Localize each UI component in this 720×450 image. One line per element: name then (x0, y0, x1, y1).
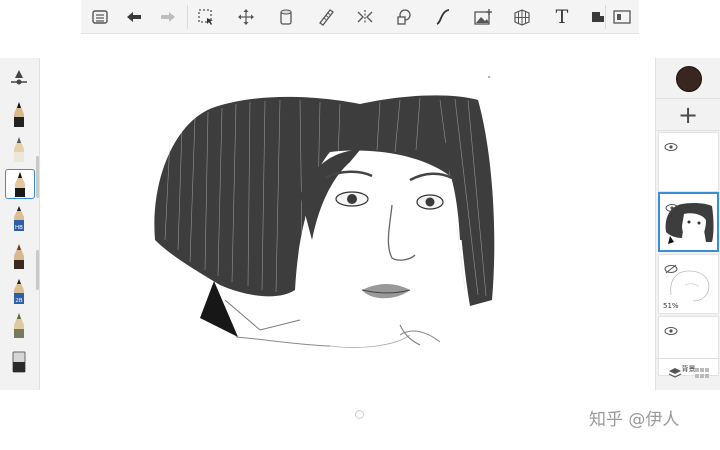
redo-icon[interactable] (155, 4, 181, 30)
undo-icon[interactable] (121, 4, 147, 30)
ruler-icon[interactable] (313, 4, 339, 30)
add-image-icon[interactable] (470, 4, 496, 30)
panel-divider (656, 98, 720, 99)
symmetry-icon[interactable] (352, 4, 378, 30)
paintbrush-icon[interactable] (5, 311, 33, 339)
panel-divider (656, 358, 720, 359)
layer-panel: + 51% 背景 (655, 58, 720, 390)
layer-thumbnail (665, 202, 714, 244)
brush-scroll-indicator[interactable] (36, 156, 39, 198)
layer-sketch[interactable]: 51% (658, 254, 719, 314)
visibility-eye-icon[interactable] (664, 321, 678, 335)
watermark-text: 知乎 @伊人 (589, 410, 680, 430)
layer-thumbnail (670, 270, 710, 302)
drawing-canvas[interactable] (0, 0, 720, 450)
selected-pencil-brush-icon[interactable] (5, 169, 35, 199)
toolbar-divider (187, 5, 188, 29)
2b-label: 2B (15, 298, 22, 304)
layer-opacity-label: 51% (663, 302, 679, 310)
brush-toolbar: HB 2B (0, 58, 40, 390)
selection-icon[interactable] (193, 4, 219, 30)
fill-bucket-icon[interactable] (273, 4, 299, 30)
transform-icon[interactable] (233, 4, 259, 30)
page-indicator-dot (355, 410, 364, 419)
2b-pencil-brush-icon[interactable]: 2B (5, 277, 33, 305)
pencil-brush-icon[interactable] (5, 100, 33, 128)
layers-toggle-icon[interactable] (585, 4, 611, 30)
brush-scroll-indicator[interactable] (36, 250, 39, 290)
marker-brush-icon[interactable] (5, 242, 33, 270)
perspective-grid-icon[interactable] (509, 4, 535, 30)
add-layer-icon[interactable]: + (675, 102, 701, 128)
canvas-speck (488, 76, 490, 78)
layer-grid-view-icon[interactable] (694, 366, 710, 380)
eraser-brush-icon[interactable] (5, 348, 33, 376)
panel-divider (656, 130, 720, 131)
text-tool-glyph: T (555, 6, 569, 28)
list-icon[interactable] (87, 4, 113, 30)
color-picker-swatch[interactable] (676, 66, 702, 92)
layer-active-drawing[interactable] (658, 192, 719, 252)
visibility-eye-icon[interactable] (664, 137, 678, 151)
hb-label: HB (15, 225, 23, 231)
toolbar-divider (605, 5, 606, 29)
light-pencil-brush-icon[interactable] (5, 135, 33, 163)
brush-settings-icon[interactable] (5, 64, 33, 92)
shapes-icon[interactable] (391, 4, 417, 30)
top-toolbar: T (81, 0, 639, 34)
curve-icon[interactable] (430, 4, 456, 30)
text-icon[interactable]: T (549, 4, 575, 30)
fullscreen-icon[interactable] (609, 4, 635, 30)
hb-pencil-brush-icon[interactable]: HB (5, 204, 33, 232)
layer-stack-icon[interactable] (668, 366, 682, 380)
layer-panel-footer (656, 360, 720, 388)
layer-empty[interactable] (658, 132, 719, 192)
